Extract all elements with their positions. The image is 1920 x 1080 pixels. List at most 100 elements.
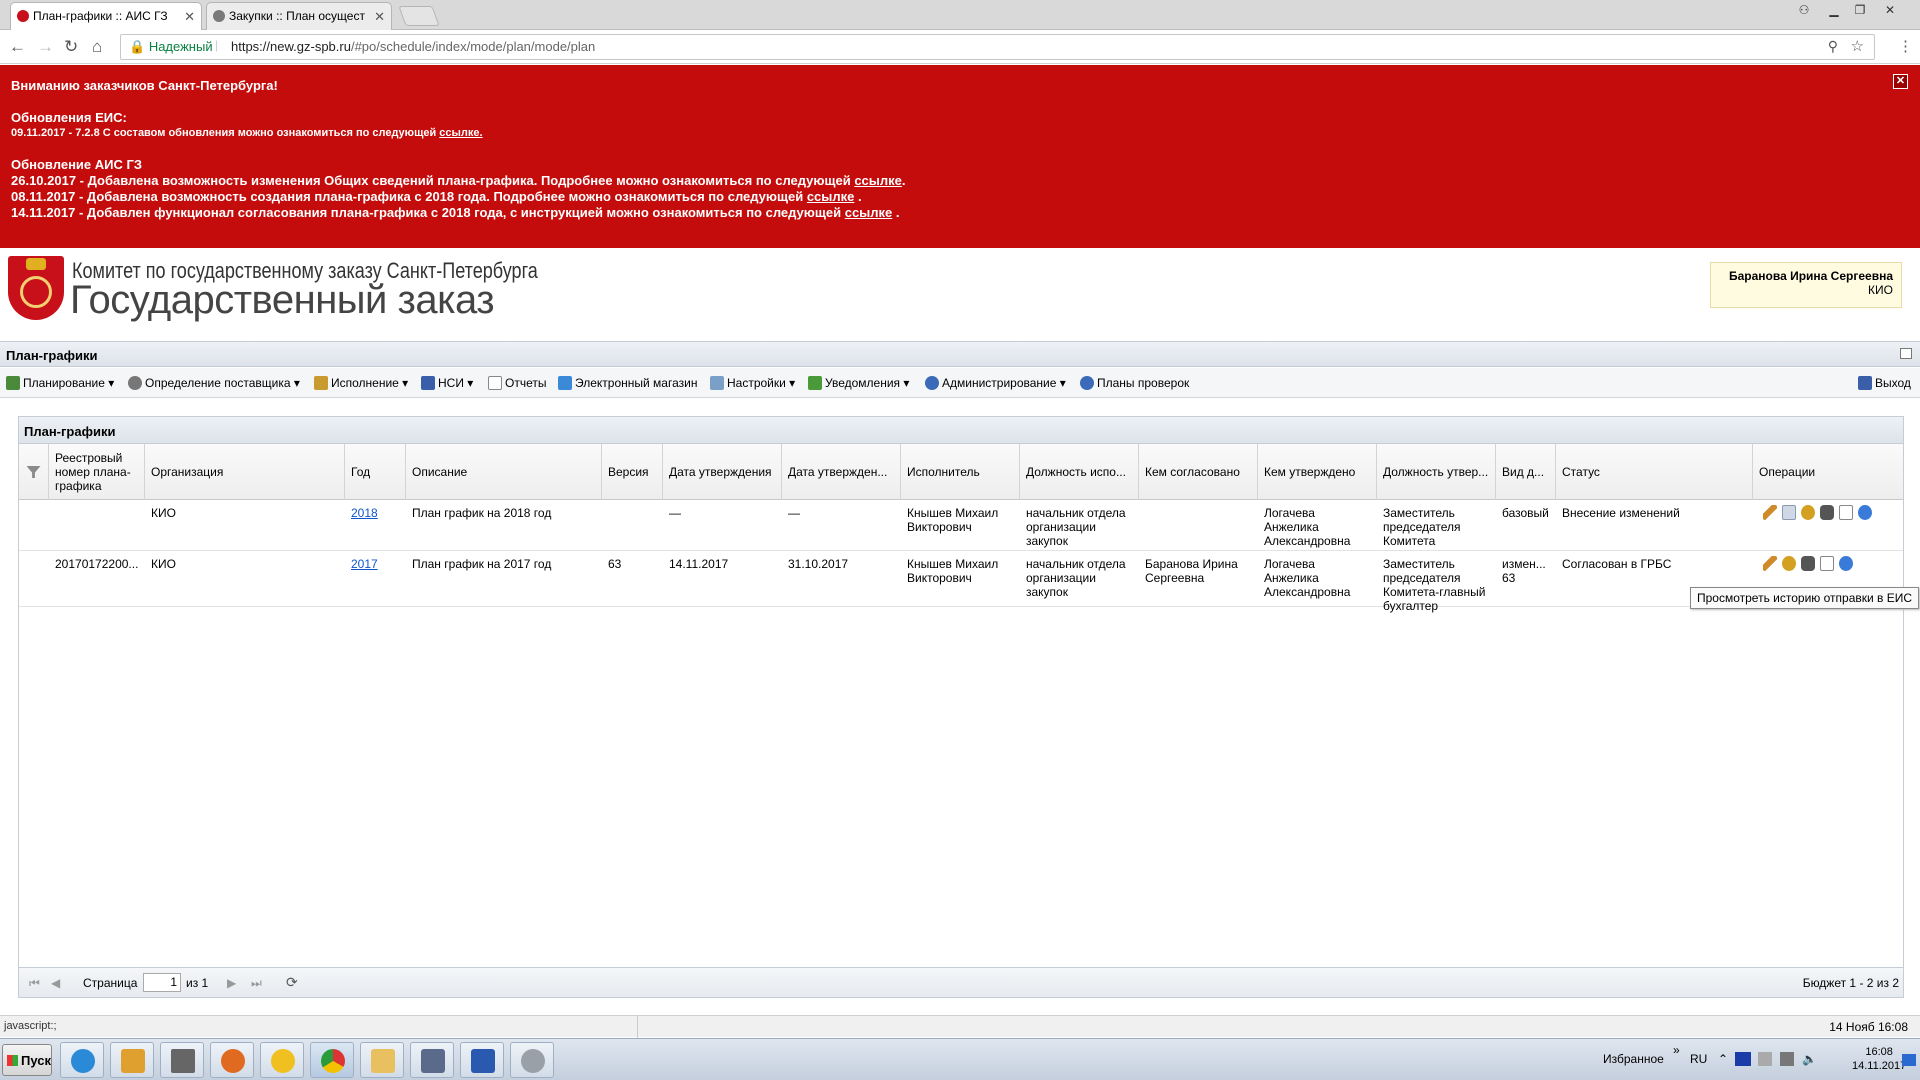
col-reg-number[interactable]: Реестровый номер плана-графика xyxy=(49,444,145,500)
panel-title: План-графики xyxy=(6,348,98,363)
col-year[interactable]: Год xyxy=(345,444,406,500)
col-approval-date-2[interactable]: Дата утвержден... xyxy=(782,444,901,500)
taskbar-app-icon[interactable] xyxy=(410,1042,454,1078)
ais-link[interactable]: ссылке xyxy=(845,205,893,220)
menu-e-shop[interactable]: Электронный магазин xyxy=(558,376,697,390)
taskbar-tool-icon[interactable] xyxy=(510,1042,554,1078)
col-version[interactable]: Версия xyxy=(602,444,663,500)
url-text[interactable]: https://new.gz-spb.ru/#po/schedule/index… xyxy=(231,39,595,54)
exit-button[interactable]: Выход xyxy=(1858,376,1911,390)
eis-link[interactable]: ссылке. xyxy=(439,127,482,139)
menu-supplier-selection[interactable]: Определение поставщика ▾ xyxy=(128,376,300,390)
ais-link[interactable]: ссылке xyxy=(854,173,902,188)
collapse-icon[interactable] xyxy=(1900,348,1912,359)
minimize-icon[interactable]: ▁ xyxy=(1822,2,1846,18)
menu-planning[interactable]: Планирование ▾ xyxy=(6,376,114,390)
address-bar[interactable]: 🔒 Надежный | https://new.gz-spb.ru/#po/s… xyxy=(120,34,1875,60)
info-history-icon[interactable] xyxy=(1858,505,1872,520)
menu-inspection-plans[interactable]: Планы проверок xyxy=(1080,376,1189,390)
col-status[interactable]: Статус xyxy=(1556,444,1753,500)
browser-menu-icon[interactable]: ⋮ xyxy=(1898,38,1913,56)
browser-tab-purchases[interactable]: Закупки :: План осущест ✕ xyxy=(206,2,392,30)
year-link[interactable]: 2017 xyxy=(351,557,378,571)
info-history-icon[interactable] xyxy=(1839,556,1853,571)
tab-close-icon[interactable]: ✕ xyxy=(184,3,195,30)
taskbar-firefox-icon[interactable] xyxy=(210,1042,254,1078)
tray-ru-icon[interactable] xyxy=(1735,1052,1751,1066)
page-number-input[interactable]: 1 xyxy=(143,973,181,992)
menu-settings[interactable]: Настройки ▾ xyxy=(710,376,795,390)
start-button[interactable]: Пуск xyxy=(2,1044,52,1076)
binoculars-icon[interactable] xyxy=(1801,556,1815,571)
secure-lock-label[interactable]: 🔒 Надежный xyxy=(129,39,213,55)
emblem-approve-icon[interactable] xyxy=(1782,556,1796,571)
tab-close-icon[interactable]: ✕ xyxy=(374,3,385,30)
col-approval-date[interactable]: Дата утверждения xyxy=(663,444,782,500)
col-agreed-by[interactable]: Кем согласовано xyxy=(1139,444,1258,500)
menu-administration[interactable]: Администрирование ▾ xyxy=(925,376,1066,390)
col-kind[interactable]: Вид д... xyxy=(1496,444,1556,500)
taskbar-network-icon[interactable] xyxy=(160,1042,204,1078)
banner-close-icon[interactable]: ✕ xyxy=(1893,74,1908,89)
tray-volume-icon[interactable]: 🔈 xyxy=(1802,1052,1817,1066)
tray-app-icon[interactable] xyxy=(1758,1052,1772,1066)
document-list-icon[interactable] xyxy=(1782,505,1796,520)
edit-pencil-icon[interactable] xyxy=(1763,556,1777,571)
user-info-box[interactable]: Баранова Ирина Сергеевна КИО xyxy=(1710,262,1902,308)
menu-nsi[interactable]: НСИ ▾ xyxy=(421,376,473,390)
last-page-icon[interactable]: ⏭ xyxy=(251,976,262,991)
favorites-toolbar[interactable]: Избранное xyxy=(1603,1052,1664,1066)
col-organization[interactable]: Организация xyxy=(145,444,345,500)
tray-expand-icon[interactable]: ⌃ xyxy=(1718,1052,1728,1066)
col-description[interactable]: Описание xyxy=(406,444,602,500)
document-icon[interactable] xyxy=(1820,556,1834,571)
col-executor-position[interactable]: Должность испо... xyxy=(1020,444,1139,500)
taskbar-ie-icon[interactable] xyxy=(60,1042,104,1078)
edit-pencil-icon[interactable] xyxy=(1763,505,1777,520)
table-row[interactable]: 20170172200... КИО 2017 План график на 2… xyxy=(19,552,1903,613)
execution-icon xyxy=(314,376,328,390)
forward-icon[interactable]: → xyxy=(37,38,54,56)
taskbar-word-icon[interactable] xyxy=(460,1042,504,1078)
new-tab-button[interactable] xyxy=(398,6,440,26)
taskbar-1c-icon[interactable] xyxy=(260,1042,304,1078)
cell-operations xyxy=(1757,556,1903,571)
emblem-approve-icon[interactable] xyxy=(1801,505,1815,520)
year-link[interactable]: 2018 xyxy=(351,506,378,520)
reload-icon[interactable]: ↻ xyxy=(64,38,78,56)
next-page-icon[interactable]: ▶ xyxy=(227,976,236,990)
table-row[interactable]: КИО 2018 План график на 2018 год — — Кны… xyxy=(19,501,1903,551)
refresh-icon[interactable]: ⟳ xyxy=(286,974,298,991)
taskbar-explorer-icon[interactable] xyxy=(360,1042,404,1078)
filter-icon[interactable] xyxy=(19,444,49,500)
show-desktop-icon[interactable] xyxy=(1902,1054,1916,1066)
bookmark-star-icon[interactable]: ☆ xyxy=(1851,37,1864,55)
col-approver-position[interactable]: Должность утвер... xyxy=(1377,444,1496,500)
toolbar-chevron-icon[interactable]: » xyxy=(1673,1043,1680,1057)
taskbar-chrome-icon[interactable] xyxy=(310,1042,354,1078)
tray-clock[interactable]: 16:08 14.11.2017 xyxy=(1852,1045,1906,1073)
browser-tab-plan-graphs[interactable]: План-графики :: АИС ГЗ ✕ xyxy=(10,2,202,31)
document-icon[interactable] xyxy=(1839,505,1853,520)
home-icon[interactable]: ⌂ xyxy=(92,38,102,56)
first-page-icon[interactable]: ⏮ xyxy=(29,976,40,991)
spb-emblem-logo xyxy=(8,256,64,320)
col-approved-by[interactable]: Кем утверждено xyxy=(1258,444,1377,500)
tray-network-icon[interactable] xyxy=(1780,1052,1794,1066)
ais-link[interactable]: ссылке xyxy=(807,189,855,204)
restore-icon[interactable]: ❐ xyxy=(1848,2,1872,18)
close-window-icon[interactable]: ✕ xyxy=(1878,2,1902,18)
language-indicator[interactable]: RU xyxy=(1690,1052,1707,1066)
zoom-icon[interactable]: ⚲ xyxy=(1828,38,1838,55)
binoculars-icon[interactable] xyxy=(1820,505,1834,520)
profile-icon[interactable]: ⚇ xyxy=(1792,2,1816,18)
cell-exec-pos: начальник отдела организации закупок xyxy=(1026,557,1126,599)
prev-page-icon[interactable]: ◀ xyxy=(51,976,60,990)
menu-reports[interactable]: Отчеты xyxy=(488,376,546,390)
col-executor[interactable]: Исполнитель xyxy=(901,444,1020,500)
taskbar-outlook-icon[interactable] xyxy=(110,1042,154,1078)
back-icon[interactable]: ← xyxy=(9,38,26,56)
col-operations[interactable]: Операции xyxy=(1753,444,1903,500)
menu-execution[interactable]: Исполнение ▾ xyxy=(314,376,408,390)
menu-notifications[interactable]: Уведомления ▾ xyxy=(808,376,909,390)
